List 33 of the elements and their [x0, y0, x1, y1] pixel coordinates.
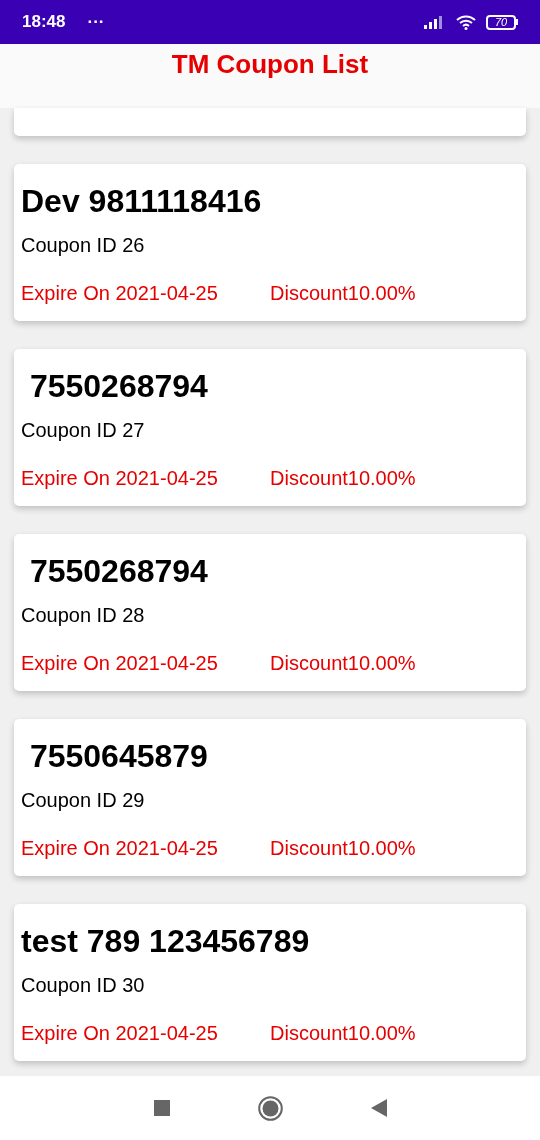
discount-value: Discount10.00% — [270, 466, 416, 490]
coupon-name: 7550268794 — [28, 367, 209, 405]
recent-apps-icon[interactable] — [153, 1100, 170, 1116]
expiry-date: Expire On 2021-04-25 — [21, 466, 219, 490]
status-dots: ··· — [87, 11, 105, 34]
expiry-date: Expire On 2021-04-25 — [21, 836, 219, 860]
discount-value: Discount10.00% — [270, 651, 416, 675]
discount-value: Discount10.00% — [270, 281, 416, 305]
coupon-id: Coupon ID 28 — [21, 603, 146, 627]
battery-icon: 70 — [486, 14, 518, 30]
coupon-card[interactable]: 7550645879 Coupon ID 29 Expire On 2021-04-25 Discount10.00% — [14, 719, 526, 876]
coupon-card[interactable]: 7550268794 Coupon ID 27 Expire On 2021-04-25 Discount10.00% — [14, 349, 526, 506]
coupon-name: 7550268794 — [28, 552, 209, 590]
coupon-card[interactable]: 7550268794 Coupon ID 28 Expire On 2021-04-25 Discount10.00% — [14, 534, 526, 691]
coupon-id: Coupon ID 29 — [21, 788, 146, 812]
coupon-name: Dev 9811118416 — [21, 182, 263, 220]
coupon-card[interactable]: test 789 123456789 Coupon ID 30 Expire On 2021-04-25 Discount10.00% — [14, 904, 526, 1061]
status-time: 18:48 — [22, 11, 66, 34]
coupon-name: test 789 123456789 — [21, 922, 311, 960]
coupon-id: Coupon ID 27 — [21, 418, 146, 442]
header-title: TM Coupon List — [171, 49, 369, 81]
coupon-id: Coupon ID 26 — [21, 233, 146, 257]
wifi-icon — [456, 14, 476, 30]
expiry-date: Expire On 2021-04-25 — [21, 281, 219, 305]
expiry-date: Expire On 2021-04-25 — [21, 651, 219, 675]
discount-value: Discount10.00% — [270, 836, 416, 860]
back-icon[interactable] — [370, 1099, 387, 1117]
home-icon[interactable] — [257, 1095, 283, 1121]
discount-value: Discount10.00% — [270, 1021, 416, 1045]
coupon-name: 7550645879 — [28, 737, 209, 775]
coupon-card[interactable]: Dev 9811118416 Coupon ID 26 Expire On 2021-04-25 Discount10.00% — [14, 164, 526, 321]
coupon-id: Coupon ID 30 — [21, 973, 146, 997]
expiry-date: Expire On 2021-04-25 — [21, 1021, 219, 1045]
